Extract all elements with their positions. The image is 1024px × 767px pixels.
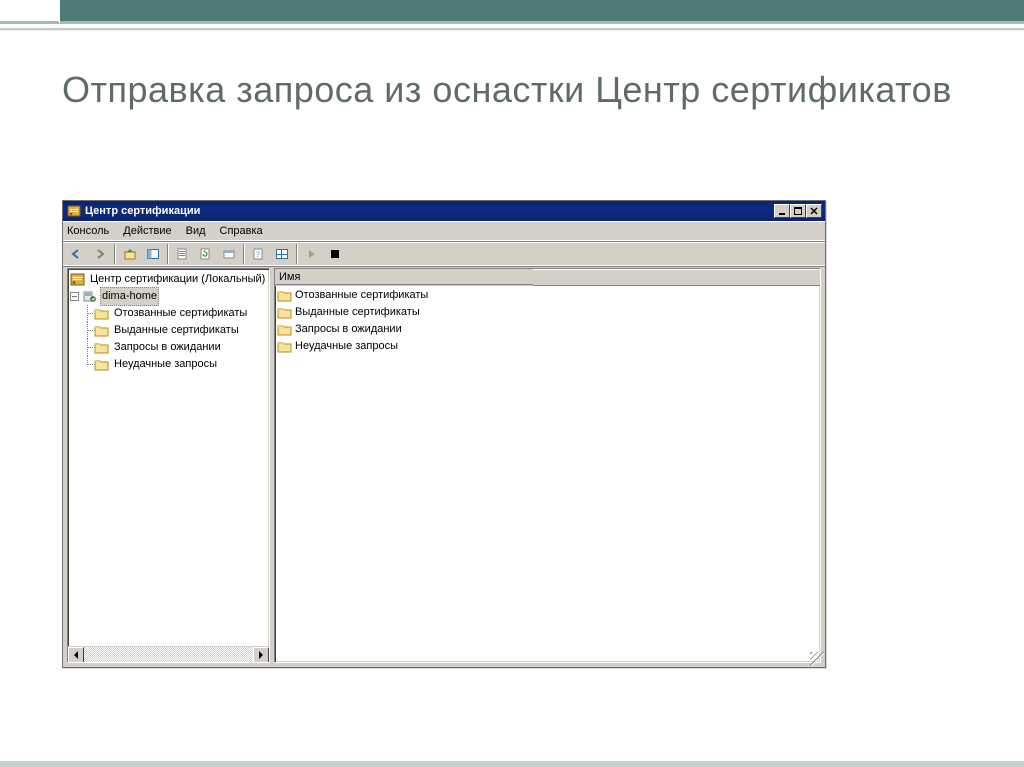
toolbar-back-button[interactable] (66, 243, 88, 265)
column-header-name[interactable]: Имя (274, 268, 534, 285)
tree-item[interactable]: Выданные сертификаты (68, 322, 269, 339)
tree-item-label: Запросы в ожидании (112, 339, 223, 356)
tree-root-label: Центр сертификации (Локальный) (88, 271, 267, 288)
toolbar-separator (296, 244, 298, 264)
cert-authority-icon (70, 273, 85, 286)
window-body: Центр сертификации (Локальный) – dima-ho… (67, 268, 821, 663)
toolbar-properties-button[interactable] (172, 243, 194, 265)
scrollbar-track[interactable] (84, 647, 253, 662)
toolbar-up-button[interactable] (119, 243, 141, 265)
app-window: Центр сертификации Консоль Действие Вид … (62, 200, 826, 668)
size-grip[interactable] (810, 652, 824, 666)
menu-action[interactable]: Действие (123, 225, 171, 237)
tree-view[interactable]: Центр сертификации (Локальный) – dima-ho… (68, 269, 269, 646)
minimize-button[interactable] (774, 204, 790, 218)
folder-icon (277, 340, 292, 353)
slide-top-band (0, 0, 1024, 24)
server-icon (82, 290, 97, 303)
maximize-button[interactable] (790, 204, 806, 218)
left-horizontal-scrollbar[interactable] (68, 646, 269, 662)
folder-icon (94, 307, 109, 320)
list-item[interactable]: Отозванные сертификаты (275, 287, 820, 304)
toolbar-refresh-button[interactable] (195, 243, 217, 265)
tree-item-label: Отозванные сертификаты (112, 305, 249, 322)
toolbar-view-button[interactable] (271, 243, 293, 265)
slide: Отправка запроса из оснастки Центр серти… (0, 0, 1024, 767)
toolbar-separator (167, 244, 169, 264)
band-white (0, 0, 60, 24)
toolbar-show-hide-tree-button[interactable] (142, 243, 164, 265)
band-teal (60, 0, 1024, 24)
folder-icon (94, 324, 109, 337)
column-headers: Имя (275, 269, 820, 286)
tree-item-label: Выданные сертификаты (112, 322, 241, 339)
toolbar-stop-button[interactable] (324, 243, 346, 265)
folder-icon (277, 306, 292, 319)
scroll-left-button[interactable] (68, 647, 84, 663)
slide-rule2 (0, 30, 1024, 31)
column-header-filler (533, 269, 820, 286)
toolbar-separator (114, 244, 116, 264)
tree-ca-label: dima-home (100, 287, 159, 306)
folder-icon (94, 341, 109, 354)
tree-item-label: Неудачные запросы (112, 356, 219, 373)
toolbar-help-button[interactable]: ? (248, 243, 270, 265)
svg-text:?: ? (256, 250, 260, 259)
tree-item[interactable]: Неудачные запросы (68, 356, 269, 373)
list-item-label: Отозванные сертификаты (295, 287, 430, 304)
left-pane: Центр сертификации (Локальный) – dima-ho… (67, 268, 270, 663)
tree-item[interactable]: Запросы в ожидании (68, 339, 269, 356)
list-item[interactable]: Неудачные запросы (275, 338, 820, 355)
collapse-icon[interactable]: – (70, 292, 79, 301)
window-titlebar[interactable]: Центр сертификации (63, 201, 825, 221)
slide-title: Отправка запроса из оснастки Центр серти… (62, 68, 964, 111)
scroll-right-button[interactable] (253, 647, 269, 663)
toolbar-play-button[interactable] (301, 243, 323, 265)
folder-icon (277, 289, 292, 302)
tree-ca-node[interactable]: – dima-home (68, 288, 269, 305)
right-pane: Имя Отозванные сертификаты Выданные серт… (274, 268, 821, 663)
close-button[interactable] (806, 204, 822, 218)
toolbar: ? (63, 241, 825, 267)
folder-icon (277, 323, 292, 336)
slide-bottom-border (0, 761, 1024, 767)
list-item[interactable]: Запросы в ожидании (275, 321, 820, 338)
toolbar-separator (243, 244, 245, 264)
list-item-label: Выданные сертификаты (295, 304, 422, 321)
window-title: Центр сертификации (85, 205, 774, 217)
list-item-label: Запросы в ожидании (295, 321, 404, 338)
toolbar-export-button[interactable] (218, 243, 240, 265)
folder-icon (94, 358, 109, 371)
app-icon (67, 204, 81, 218)
list-item[interactable]: Выданные сертификаты (275, 304, 820, 321)
window-buttons (774, 204, 823, 218)
tree-item[interactable]: Отозванные сертификаты (68, 305, 269, 322)
menu-console[interactable]: Консоль (67, 225, 109, 237)
tree-root[interactable]: Центр сертификации (Локальный) (68, 271, 269, 288)
list-item-label: Неудачные запросы (295, 338, 400, 355)
menu-help[interactable]: Справка (220, 225, 263, 237)
list-view[interactable]: Отозванные сертификаты Выданные сертифик… (275, 286, 820, 662)
menu-view[interactable]: Вид (186, 225, 206, 237)
menubar: Консоль Действие Вид Справка (63, 221, 825, 241)
column-header-label: Имя (279, 271, 300, 283)
toolbar-forward-button[interactable] (89, 243, 111, 265)
